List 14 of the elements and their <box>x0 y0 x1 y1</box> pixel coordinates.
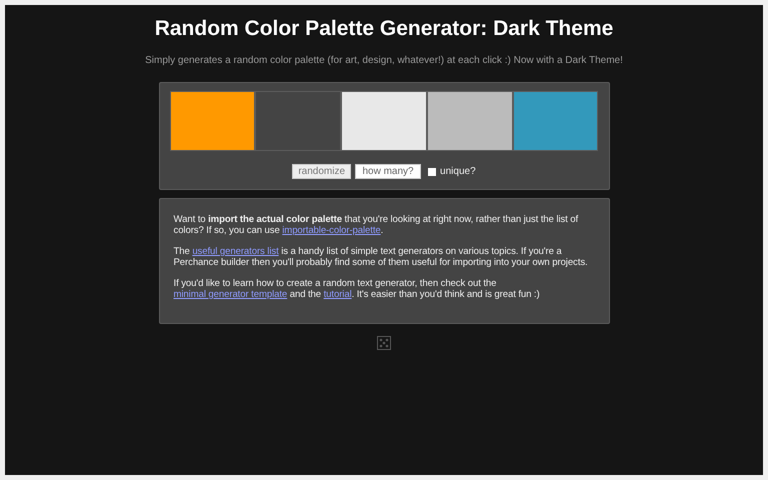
link[interactable]: tutorial <box>324 289 352 300</box>
unique-checkbox[interactable] <box>428 168 436 176</box>
info-paragraph: If you'd like to learn how to create a random text generator, then check out the minimal generator template and the tutorial. It's easier than you'd think and is great fun :) <box>174 278 541 300</box>
count-field[interactable]: how many? <box>355 164 422 179</box>
dice-icon[interactable] <box>377 336 391 350</box>
subtitle: Simply generates a random color palette (for art, design, whatever!) at each click :) Now with a Dark Theme! <box>145 55 623 66</box>
page-title: Random Color Palette Generator: Dark Theme <box>154 17 614 41</box>
randomize-button[interactable]: randomize <box>292 164 352 179</box>
link[interactable]: useful generators list <box>192 246 279 257</box>
link[interactable]: minimal generator template <box>174 289 288 300</box>
info-paragraph: Want to import the actual color palette that you're looking at right now, rather than just the list of colors? If so, you can use importable-color-palette. <box>174 214 580 236</box>
link[interactable]: importable-color-palette <box>282 225 381 236</box>
info-paragraph: The useful generators list is a handy list of simple text generators on various topics. If you're a Perchance builder then you'll probably find some of them useful for importing into your own projects. <box>174 246 589 268</box>
checkbox-label: unique? <box>440 166 476 177</box>
